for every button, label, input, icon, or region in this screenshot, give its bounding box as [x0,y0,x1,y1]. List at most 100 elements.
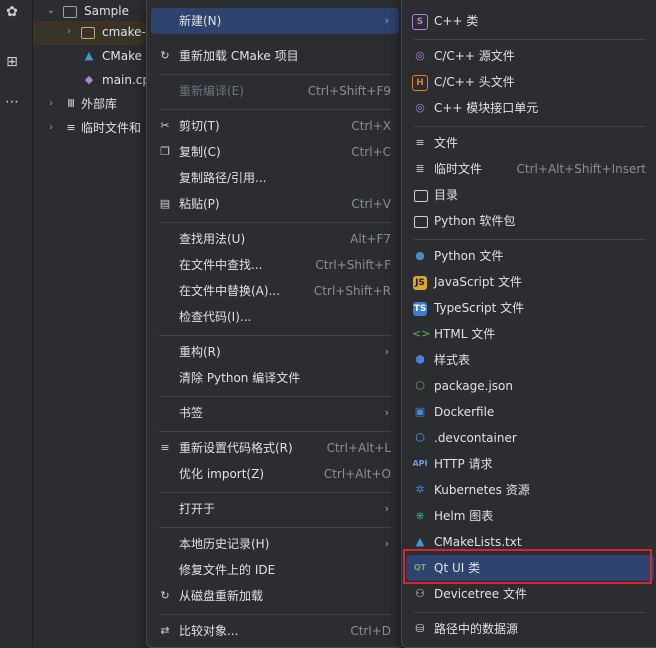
menu-item-refactor[interactable]: 重构(R) › [151,339,399,365]
submenu-item-helm-chart[interactable]: ⎈ Helm 图表 [406,503,654,529]
cmake-icon: ▲ [84,49,94,62]
menu-item-label: 重新编译(E) [179,84,244,98]
menu-item-shortcut: Ctrl+Shift+F9 [307,84,391,98]
submenu-item-label: C/C++ 源文件 [434,49,515,63]
menu-item-label: 查找用法(U) [179,232,246,246]
chevron-right-icon[interactable]: › [63,21,75,43]
menu-item-shortcut: Ctrl+Alt+L [326,441,391,455]
menu-item-label: 重新加载 CMake 项目 [179,49,299,63]
menu-item-label: 本地历史记录(H) [179,537,270,551]
submenu-item-http-request[interactable]: API HTTP 请求 [406,451,654,477]
menu-item-find-usages[interactable]: 查找用法(U) Alt+F7 [151,226,399,252]
submenu-item-stylesheet[interactable]: ⬢ 样式表 [406,347,654,373]
chevron-right-icon: › [384,14,389,27]
menu-separator [414,126,646,127]
file-icon: ≡ [415,136,425,149]
submenu-item-package-json[interactable]: ⬡ package.json [406,373,654,399]
structure-icon[interactable]: ⊞ [2,52,22,72]
submenu-item-directory[interactable]: 目录 [406,182,654,208]
highlight-box [403,549,652,584]
menu-item-shortcut: Ctrl+D [350,624,391,638]
menu-item-label: 检查代码(I)... [179,310,252,324]
menu-item-recompile[interactable]: 重新编译(E) Ctrl+Shift+F9 [151,78,399,104]
python-icon: ● [415,249,425,262]
menu-item-bookmarks[interactable]: 书签 › [151,400,399,426]
devicetree-icon: ⚇ [415,587,425,600]
tree-item-label: main.cp [102,73,151,87]
submenu-item-python-package[interactable]: Python 软件包 [406,208,654,234]
submenu-item-cpp-module[interactable]: ◎ C++ 模块接口单元 [406,95,654,121]
menu-item-repair-ide[interactable]: 修复文件上的 IDE [151,557,399,583]
menu-item-label: 打开于 [179,502,216,516]
menu-item-copy[interactable]: ❐ 复制(C) Ctrl+C [151,139,399,165]
menu-item-clean-python[interactable]: 清除 Python 编译文件 [151,365,399,391]
tree-item[interactable]: › ≡ 临时文件和 [33,117,163,141]
docker-icon: ▣ [414,405,426,418]
tree-item[interactable]: ▲ CMake [33,45,163,69]
menu-item-optimize-imports[interactable]: 优化 import(Z) Ctrl+Alt+O [151,461,399,487]
menu-item-new[interactable]: 新建(N) › [151,8,399,34]
submenu-item-data-source-in-path[interactable]: ⛁ 路径中的数据源 [406,616,654,642]
menu-item-compare-with[interactable]: ⇄ 比较对象... Ctrl+D [151,618,399,644]
chevron-right-icon[interactable]: › [45,93,57,115]
submenu-item-python-file[interactable]: ● Python 文件 [406,243,654,269]
menu-item-label: 在文件中替换(A)... [179,284,281,298]
menu-item-cut[interactable]: ✂ 剪切(T) Ctrl+X [151,113,399,139]
submenu-item-devcontainer[interactable]: ⬡ .devcontainer [406,425,654,451]
menu-item-shortcut: Ctrl+X [351,119,391,133]
submenu-item-typescript[interactable]: TS TypeScript 文件 [406,295,654,321]
menu-item-paste[interactable]: ▤ 粘贴(P) Ctrl+V [151,191,399,217]
menu-item-reload-cmake[interactable]: ↻ 重新加载 CMake 项目 [151,43,399,69]
submenu-item-file[interactable]: ≡ 文件 [406,130,654,156]
submenu-item-label: C++ 类 [434,14,479,28]
cut-icon: ✂ [160,119,170,132]
menu-item-copy-path[interactable]: 复制路径/引用... [151,165,399,191]
more-icon[interactable]: ⋯ [2,92,22,112]
scratch-file-icon: ≣ [415,162,425,175]
chevron-down-icon[interactable]: ⌄ [45,0,57,22]
cpp-class-icon: S [412,13,428,30]
api-icon: API [412,459,428,468]
menu-item-shortcut: Alt+F7 [350,232,391,246]
menu-separator [159,527,391,528]
submenu-item-scratch-file[interactable]: ≣ 临时文件 Ctrl+Alt+Shift+Insert [406,156,654,182]
refresh-icon: ↻ [160,49,170,62]
submenu-item-kubernetes[interactable]: ✲ Kubernetes 资源 [406,477,654,503]
tree-item[interactable]: › Ⅲ 外部库 [33,93,163,117]
submenu-item-label: Devicetree 文件 [434,587,527,601]
menu-separator [159,396,391,397]
tree-item[interactable]: › cmake- [33,21,163,45]
menu-item-reformat-code[interactable]: ≡ 重新设置代码格式(R) Ctrl+Alt+L [151,435,399,461]
tree-item[interactable]: ◆ main.cp [33,69,163,93]
menu-separator [159,222,391,223]
library-icon: Ⅲ [67,97,75,110]
menu-item-replace-in-files[interactable]: 在文件中替换(A)... Ctrl+Shift+R [151,278,399,304]
menu-item-shortcut: Ctrl+V [351,197,391,211]
submenu-item-cpp-header[interactable]: H C/C++ 头文件 [406,69,654,95]
menu-item-label: 新建(N) [179,14,222,28]
nodejs-icon: ⬡ [415,379,425,392]
submenu-item-label: Python 软件包 [434,214,516,228]
submenu-item-label: Python 文件 [434,249,504,263]
menu-separator [159,335,391,336]
project-tree: ⌄ Sample › cmake- ▲ CMake ◆ main.cp › Ⅲ … [33,0,163,647]
submenu-item-cpp-class[interactable]: S C++ 类 [406,8,654,34]
chevron-right-icon: › [384,502,389,515]
submenu-item-cpp-source[interactable]: ◎ C/C++ 源文件 [406,43,654,69]
menu-item-find-in-files[interactable]: 在文件中查找... Ctrl+Shift+F [151,252,399,278]
menu-item-inspect-code[interactable]: 检查代码(I)... [151,304,399,330]
ts-icon: TS [413,302,427,316]
chevron-right-icon[interactable]: › [45,117,57,139]
submenu-item-dockerfile[interactable]: ▣ Dockerfile [406,399,654,425]
kubernetes-icon: ✲ [415,483,425,496]
submenu-item-devicetree[interactable]: ⚇ Devicetree 文件 [406,581,654,607]
submenu-item-label: Kubernetes 资源 [434,483,530,497]
menu-item-local-history[interactable]: 本地历史记录(H) › [151,531,399,557]
menu-item-reload-from-disk[interactable]: ↻ 从磁盘重新加载 [151,583,399,609]
submenu-item-html[interactable]: <> HTML 文件 [406,321,654,347]
plugin-icon[interactable]: ✿ [2,2,22,22]
menu-item-label: 复制路径/引用... [179,171,267,185]
submenu-item-javascript[interactable]: JS JavaScript 文件 [406,269,654,295]
menu-item-open-in[interactable]: 打开于 › [151,496,399,522]
submenu-item-label: HTTP 请求 [434,457,493,471]
